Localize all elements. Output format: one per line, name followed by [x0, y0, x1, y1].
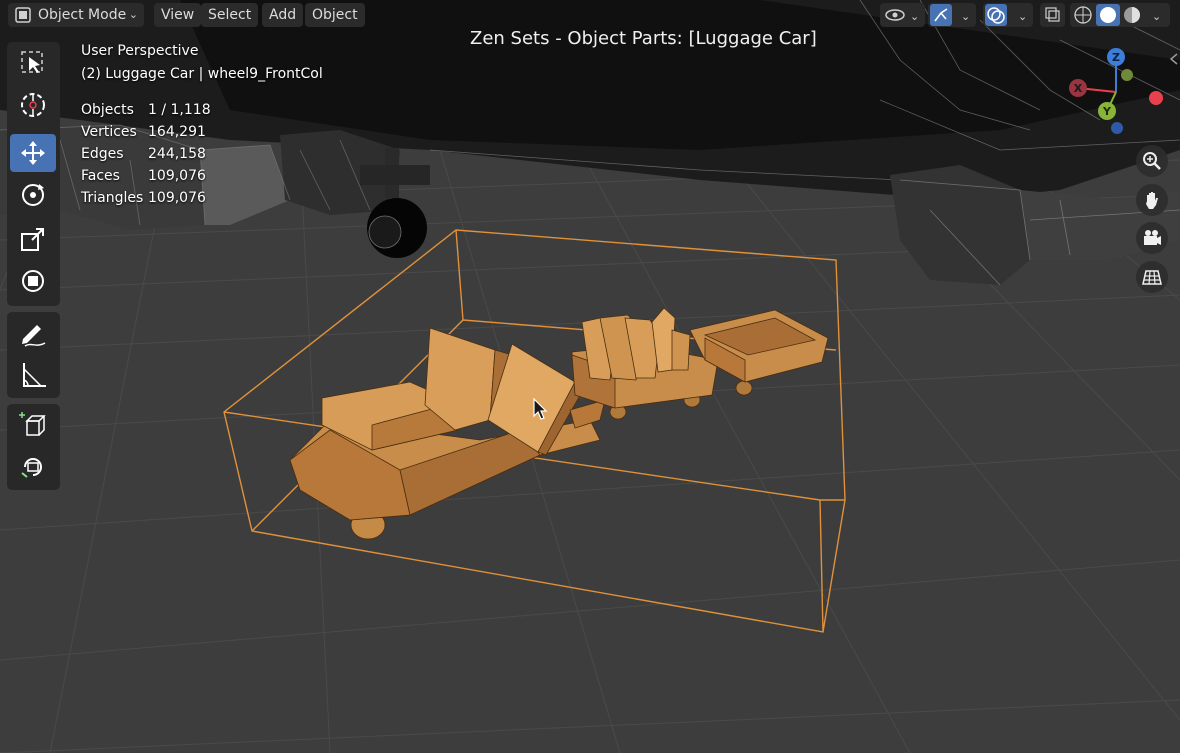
- stat-value-edges: 244,158: [148, 146, 206, 162]
- gizmo-icon: ⌄: [930, 4, 970, 26]
- measure-tool[interactable]: [10, 356, 56, 394]
- menu-select[interactable]: Select: [201, 3, 259, 27]
- stat-label-vertices: Vertices: [81, 124, 137, 140]
- custom-tool[interactable]: [10, 448, 56, 486]
- zoom-button[interactable]: [1136, 145, 1168, 177]
- stat-value-objects: 1 / 1,118: [148, 102, 211, 118]
- scale-icon: [21, 228, 44, 251]
- toolbar-annotate-group: [7, 312, 60, 398]
- stat-value-triangles: 109,076: [148, 190, 206, 206]
- sidebar-expand-icon[interactable]: [1168, 52, 1180, 66]
- move-tool[interactable]: [10, 134, 56, 172]
- shading-buttons[interactable]: ⌄: [1070, 3, 1170, 27]
- neg-z-axis-handle: [1111, 122, 1123, 134]
- stat-label-objects: Objects: [81, 102, 134, 118]
- toolbar-transform-group: [7, 42, 60, 306]
- svg-text:⌄: ⌄: [1152, 10, 1161, 23]
- stat-value-vertices: 164,291: [148, 124, 206, 140]
- neg-y-axis-handle: [1121, 69, 1133, 81]
- x-axis-label: X: [1074, 82, 1083, 95]
- chevron-down-icon: ⌄: [128, 8, 138, 21]
- scale-tool[interactable]: [10, 220, 56, 258]
- svg-text:⌄: ⌄: [910, 10, 919, 23]
- menu-object[interactable]: Object: [305, 3, 365, 27]
- active-object-label: (2) Luggage Car | wheel9_FrontCol: [81, 66, 323, 82]
- pan-button[interactable]: [1136, 184, 1168, 216]
- shading-icons: ⌄: [1074, 4, 1161, 26]
- camera-view-button[interactable]: [1136, 222, 1168, 254]
- overlays-toggle[interactable]: ⌄: [983, 3, 1033, 27]
- stat-label-edges: Edges: [81, 146, 124, 162]
- rotate-tool[interactable]: [10, 176, 56, 214]
- pencil-icon: [22, 325, 46, 347]
- select-box-icon: [21, 51, 43, 73]
- add-cube-tool[interactable]: [10, 406, 56, 444]
- cursor-tool[interactable]: [10, 86, 56, 124]
- visibility-dropdown[interactable]: ⌄: [880, 3, 925, 27]
- eye-icon: ⌄: [885, 9, 919, 23]
- mode-dropdown[interactable]: Object Mode ⌄: [8, 3, 144, 27]
- stat-label-faces: Faces: [81, 168, 120, 184]
- mouse-cursor-icon: [533, 398, 548, 420]
- camera-icon: [1144, 230, 1161, 245]
- z-axis-label: Z: [1112, 51, 1120, 64]
- move-arrows-icon: [21, 141, 45, 165]
- rotate-icon: [22, 184, 44, 206]
- viewport-title: Zen Sets - Object Parts: [Luggage Car]: [470, 28, 817, 49]
- navigation-gizmo[interactable]: Z X Y: [1062, 42, 1172, 142]
- xray-toggle[interactable]: [1040, 3, 1065, 27]
- overlay-icon: ⌄: [985, 4, 1027, 26]
- transform-tool[interactable]: [10, 262, 56, 300]
- xray-icon: [1045, 7, 1060, 22]
- hand-pan-icon: [1146, 192, 1158, 209]
- menu-add[interactable]: Add: [262, 3, 304, 27]
- add-cube-icon: [19, 412, 46, 436]
- select-box-tool[interactable]: [10, 44, 56, 82]
- ortho-toggle-button[interactable]: [1136, 261, 1168, 293]
- 3d-viewport[interactable]: Object Mode ⌄ View Select Add Object Zen…: [0, 0, 1180, 753]
- zoom-icon: [1143, 152, 1161, 170]
- luggage-car-model: [289, 307, 829, 540]
- spin-icon: [21, 458, 42, 478]
- mode-label: Object Mode: [38, 7, 127, 23]
- toolbar-add-group: [7, 404, 60, 490]
- ruler-icon: [23, 363, 46, 387]
- view-perspective-label: User Perspective: [81, 43, 199, 59]
- object-mode-icon: [15, 7, 31, 23]
- neg-x-axis-handle: [1149, 91, 1163, 105]
- gizmo-toggle[interactable]: ⌄: [928, 3, 976, 27]
- 3d-cursor-icon: [21, 93, 45, 117]
- grid-ortho-icon: [1142, 270, 1162, 285]
- transform-icon: [22, 270, 44, 292]
- svg-text:⌄: ⌄: [961, 10, 970, 23]
- annotate-tool[interactable]: [10, 314, 56, 352]
- stat-label-triangles: Triangles: [81, 190, 144, 206]
- menu-view[interactable]: View: [154, 3, 202, 27]
- stat-value-faces: 109,076: [148, 168, 206, 184]
- y-axis-label: Y: [1102, 105, 1112, 118]
- svg-text:⌄: ⌄: [1018, 10, 1027, 23]
